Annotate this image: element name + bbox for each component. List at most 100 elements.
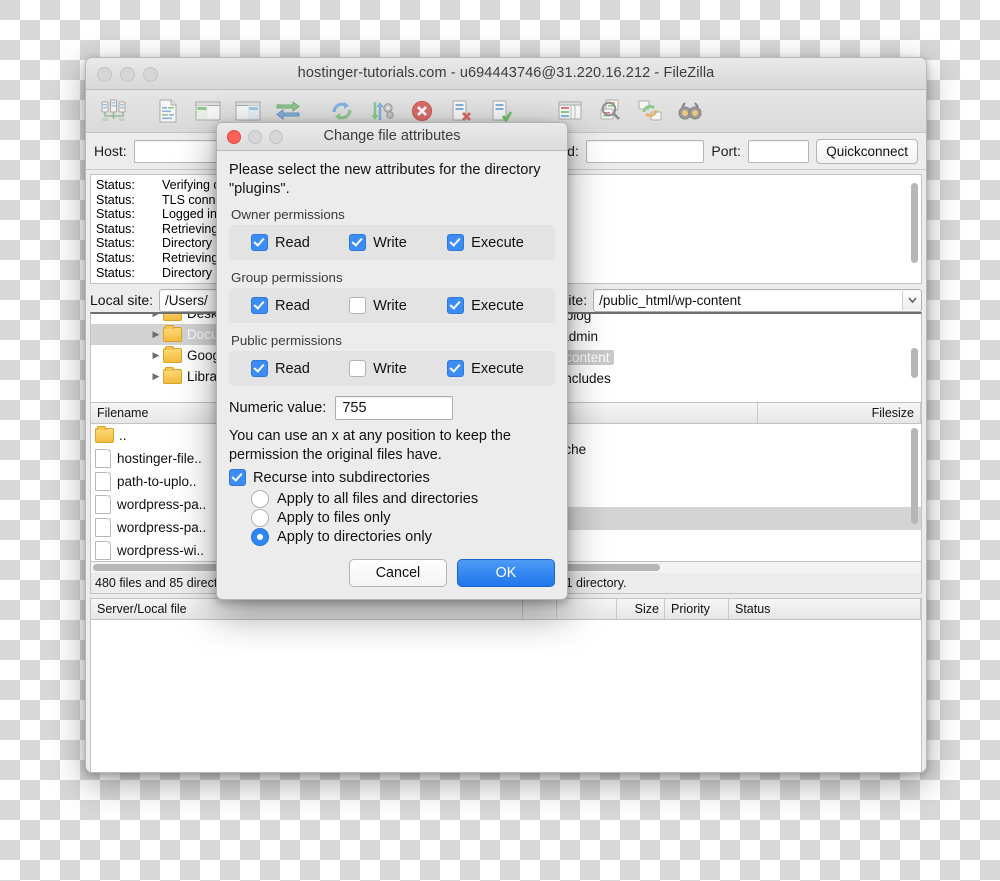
- checkbox-checked-icon[interactable]: [447, 360, 465, 377]
- remote-site-input[interactable]: /public_html/wp-content: [593, 288, 922, 312]
- queue-header: Server/Local file Size Priority Status: [90, 598, 922, 620]
- checkbox-checked-icon[interactable]: [447, 297, 465, 314]
- dialog-close-button[interactable]: [227, 130, 241, 144]
- column-server-local-file[interactable]: Server/Local file: [91, 599, 523, 619]
- public-write-checkbox[interactable]: Write: [349, 360, 447, 377]
- remote-file-list[interactable]: hostinger-page-cache languages plugins t…: [508, 424, 922, 562]
- log-scrollbar-thumb[interactable]: [911, 183, 918, 263]
- log-key: Status:: [96, 192, 135, 207]
- radio-unselected-icon[interactable]: [251, 509, 269, 527]
- list-item-label: wordpress-pa..: [117, 497, 207, 512]
- owner-read-checkbox[interactable]: Read: [229, 234, 349, 251]
- public-permissions-label: Public permissions: [231, 333, 342, 348]
- recurse-checkbox[interactable]: Recurse into subdirectories: [229, 469, 555, 486]
- remote-directory-tree[interactable]: test-blog wp-admin wp-content wp-include…: [508, 312, 922, 403]
- apply-all-radio[interactable]: Apply to all files and directories: [251, 490, 555, 508]
- public-read-checkbox[interactable]: Read: [229, 360, 349, 377]
- column-direction[interactable]: [523, 599, 557, 619]
- dialog-minimize-button[interactable]: [248, 130, 262, 144]
- tree-item[interactable]: wp-includes: [510, 368, 922, 389]
- owner-read-label: Read: [275, 234, 310, 251]
- password-input[interactable]: [585, 139, 705, 163]
- dialog-description: Please select the new attributes for the…: [229, 162, 541, 197]
- list-item[interactable]: hostinger-page-cache: [509, 438, 922, 461]
- public-execute-checkbox[interactable]: Execute: [447, 360, 555, 377]
- window-title: hostinger-tutorials.com - u694443746@31.…: [297, 65, 715, 81]
- apply-directories-radio[interactable]: Apply to directories only: [251, 528, 555, 546]
- window-titlebar: hostinger-tutorials.com - u694443746@31.…: [86, 58, 926, 90]
- local-site-value: /Users/: [165, 292, 208, 308]
- owner-execute-checkbox[interactable]: Execute: [447, 234, 555, 251]
- group-read-label: Read: [275, 297, 310, 314]
- quickconnect-button[interactable]: Quickconnect: [816, 138, 918, 164]
- list-item[interactable]: plugins: [510, 484, 922, 507]
- apply-all-label: Apply to all files and directories: [277, 491, 479, 507]
- checkbox-checked-icon[interactable]: [229, 469, 246, 486]
- checkbox-checked-icon[interactable]: [251, 297, 268, 314]
- checkbox-checked-icon[interactable]: [251, 360, 268, 377]
- recurse-label: Recurse into subdirectories: [253, 469, 430, 486]
- remote-list-scrollbar-thumb[interactable]: [911, 428, 918, 524]
- tree-item[interactable]: test-blog: [510, 314, 922, 326]
- owner-execute-label: Execute: [471, 234, 524, 251]
- minimize-button[interactable]: [120, 67, 135, 82]
- file-icon: [95, 495, 111, 514]
- expand-arrow-icon[interactable]: ▶: [149, 329, 163, 340]
- public-permissions-group: Read Write Execute: [229, 351, 555, 386]
- apply-files-radio[interactable]: Apply to files only: [251, 509, 555, 527]
- group-read-checkbox[interactable]: Read: [229, 297, 349, 314]
- checkbox-unchecked-icon[interactable]: [349, 297, 367, 314]
- dialog-traffic-lights[interactable]: [227, 130, 283, 144]
- site-manager-icon[interactable]: [94, 92, 134, 130]
- log-value: Logged in: [162, 207, 217, 222]
- ok-button[interactable]: OK: [457, 559, 555, 587]
- column-size[interactable]: Size: [617, 599, 665, 619]
- chevron-down-icon[interactable]: [902, 290, 921, 310]
- column-remote-file[interactable]: [557, 599, 617, 619]
- expand-arrow-icon[interactable]: ▶: [149, 350, 163, 361]
- checkbox-unchecked-icon[interactable]: [349, 360, 367, 377]
- expand-arrow-icon[interactable]: ▶: [149, 314, 163, 319]
- column-status[interactable]: Status: [729, 599, 921, 619]
- radio-unselected-icon[interactable]: [251, 490, 269, 508]
- column-priority[interactable]: Priority: [665, 599, 729, 619]
- numeric-value-input[interactable]: 755: [335, 396, 454, 420]
- owner-write-checkbox[interactable]: Write: [349, 234, 447, 251]
- group-write-checkbox[interactable]: Write: [349, 297, 447, 314]
- expand-arrow-icon[interactable]: ▶: [149, 371, 163, 382]
- toggle-message-log-icon[interactable]: [148, 92, 188, 130]
- checkbox-checked-icon[interactable]: [447, 234, 465, 251]
- column-filesize[interactable]: Filesize: [758, 403, 921, 423]
- list-item-label: wordpress-wi..: [117, 543, 205, 558]
- group-permissions-group: Read Write Execute: [229, 288, 555, 323]
- list-item[interactable]: upgrades: [509, 530, 922, 553]
- close-button[interactable]: [97, 67, 112, 82]
- list-item[interactable]: themes: [509, 507, 921, 530]
- log-key: Status:: [96, 236, 135, 251]
- tree-item[interactable]: wp-content: [510, 347, 922, 368]
- find-files-icon[interactable]: [670, 92, 710, 130]
- synchronized-browsing-icon[interactable]: [630, 92, 670, 130]
- remote-tree-scrollbar-thumb[interactable]: [911, 348, 918, 378]
- radio-selected-icon[interactable]: [251, 528, 269, 546]
- owner-write-label: Write: [373, 234, 407, 251]
- cancel-button[interactable]: Cancel: [349, 559, 447, 587]
- dialog-zoom-button[interactable]: [269, 130, 283, 144]
- owner-permissions-label: Owner permissions: [231, 207, 345, 222]
- window-traffic-lights[interactable]: [97, 67, 158, 82]
- file-icon: [95, 472, 111, 491]
- checkbox-checked-icon[interactable]: [349, 234, 367, 251]
- compare-directories-icon[interactable]: [590, 92, 630, 130]
- checkbox-checked-icon[interactable]: [251, 234, 268, 251]
- remote-status-text: Selected 1 directory.: [508, 573, 922, 594]
- zoom-button[interactable]: [143, 67, 158, 82]
- public-write-label: Write: [373, 360, 407, 377]
- list-item[interactable]: languages: [509, 461, 922, 484]
- group-execute-checkbox[interactable]: Execute: [447, 297, 555, 314]
- port-input[interactable]: [747, 139, 810, 163]
- queue-body[interactable]: [90, 620, 922, 772]
- tree-item[interactable]: wp-admin: [510, 326, 922, 347]
- remote-horizontal-scrollbar[interactable]: [508, 562, 922, 573]
- folder-icon: [163, 314, 182, 321]
- group-permissions-label: Group permissions: [231, 270, 343, 285]
